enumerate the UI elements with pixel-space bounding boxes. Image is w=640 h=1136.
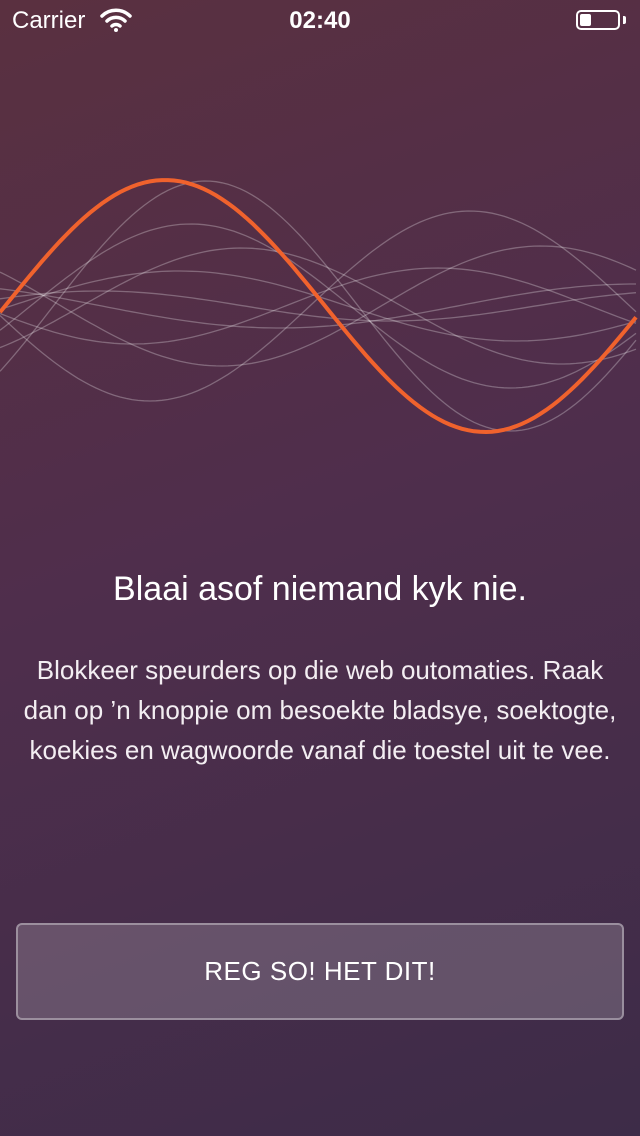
got-it-button[interactable]: REG SO! HET DIT! [16,923,624,1020]
onboarding-body: Blokkeer speurders op die web outomaties… [23,655,617,765]
gray-wave-line [0,247,637,365]
gray-wave-line [0,270,637,342]
wave-illustration [0,178,638,435]
status-bar: Carrier 02:40 [0,0,640,40]
battery-level [580,14,591,26]
onboarding-headline: Blaai asof niemand kyk nie. [113,570,527,608]
gray-wave-line [0,210,637,402]
battery-cap [623,16,626,24]
battery-icon [576,10,620,30]
gray-wave-line [0,180,637,432]
status-time: 02:40 [289,7,351,34]
accent-wave [0,178,638,435]
